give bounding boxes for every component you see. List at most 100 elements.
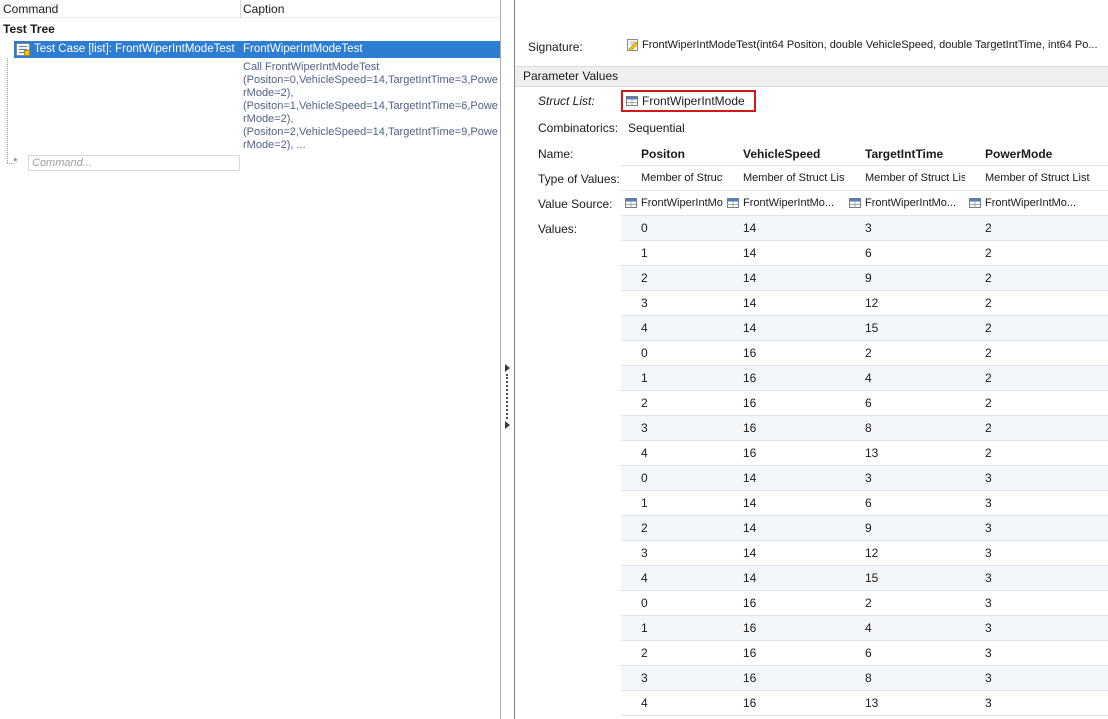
value-source-cell[interactable]: FrontWiperIntMo... xyxy=(723,191,845,216)
tree-connector-vertical xyxy=(7,58,8,163)
value-cell[interactable]: 14 xyxy=(723,216,845,241)
splitter-grip[interactable] xyxy=(506,374,508,419)
value-cell[interactable]: 14 xyxy=(723,491,845,516)
panel-splitter[interactable] xyxy=(501,0,514,719)
value-cell[interactable]: 2 xyxy=(965,416,1108,441)
value-cell[interactable]: 2 xyxy=(965,316,1108,341)
value-cell[interactable]: 9 xyxy=(845,266,965,291)
type-of-values-cell[interactable]: Member of Struct List xyxy=(621,166,723,191)
value-cell[interactable]: 3 xyxy=(965,516,1108,541)
value-cell[interactable]: 16 xyxy=(723,641,845,666)
value-cell[interactable]: 4 xyxy=(621,691,723,716)
value-cell[interactable]: 3 xyxy=(965,666,1108,691)
value-cell[interactable]: 2 xyxy=(965,391,1108,416)
type-of-values-cell[interactable]: Member of Struct List xyxy=(965,166,1108,191)
value-cell[interactable]: 14 xyxy=(723,566,845,591)
value-cell[interactable]: 1 xyxy=(621,491,723,516)
value-cell[interactable]: 4 xyxy=(845,616,965,641)
combinatorics-value[interactable]: Sequential xyxy=(628,121,685,135)
value-cell[interactable]: 14 xyxy=(723,516,845,541)
splitter-collapse-arrow[interactable] xyxy=(505,364,510,372)
value-cell[interactable]: 2 xyxy=(621,266,723,291)
value-cell[interactable]: 15 xyxy=(845,316,965,341)
value-cell[interactable]: 6 xyxy=(845,391,965,416)
value-cell[interactable]: 3 xyxy=(965,566,1108,591)
value-cell[interactable]: 0 xyxy=(621,216,723,241)
value-cell[interactable]: 16 xyxy=(723,441,845,466)
value-cell[interactable]: 6 xyxy=(845,241,965,266)
value-cell[interactable]: 16 xyxy=(723,691,845,716)
value-cell[interactable]: 2 xyxy=(621,516,723,541)
type-of-values-cell[interactable]: Member of Struct List xyxy=(845,166,965,191)
value-cell[interactable]: 2 xyxy=(965,441,1108,466)
value-cell[interactable]: 3 xyxy=(621,541,723,566)
value-cell[interactable]: 2 xyxy=(965,366,1108,391)
value-cell[interactable]: 9 xyxy=(845,516,965,541)
value-cell[interactable]: 14 xyxy=(723,291,845,316)
value-cell[interactable]: 8 xyxy=(845,416,965,441)
value-cell[interactable]: 1 xyxy=(621,366,723,391)
value-cell[interactable]: 3 xyxy=(965,591,1108,616)
value-cell[interactable]: 2 xyxy=(621,391,723,416)
value-source-text: FrontWiperIntMo... xyxy=(985,197,1076,209)
value-cell[interactable]: 14 xyxy=(723,541,845,566)
value-cell[interactable]: 2 xyxy=(845,591,965,616)
value-cell[interactable]: 4 xyxy=(621,316,723,341)
value-cell[interactable]: 14 xyxy=(723,466,845,491)
value-cell[interactable]: 0 xyxy=(621,341,723,366)
value-cell[interactable]: 2 xyxy=(965,266,1108,291)
value-cell[interactable]: 2 xyxy=(621,641,723,666)
value-cell[interactable]: 16 xyxy=(723,391,845,416)
value-source-cell[interactable]: FrontWiperIntMo... xyxy=(845,191,965,216)
value-cell[interactable]: 6 xyxy=(845,491,965,516)
value-cell[interactable]: 4 xyxy=(621,566,723,591)
value-cell[interactable]: 12 xyxy=(845,541,965,566)
value-cell[interactable]: 3 xyxy=(621,291,723,316)
value-cell[interactable]: 2 xyxy=(965,341,1108,366)
value-cell[interactable]: 16 xyxy=(723,616,845,641)
column-separator[interactable] xyxy=(240,0,241,18)
splitter-collapse-arrow[interactable] xyxy=(505,421,510,429)
value-cell[interactable]: 1 xyxy=(621,616,723,641)
value-source-cell[interactable]: FrontWiperIntMo... xyxy=(621,191,723,216)
value-cell[interactable]: 14 xyxy=(723,316,845,341)
value-cell[interactable]: 16 xyxy=(723,416,845,441)
value-cell[interactable]: 4 xyxy=(845,366,965,391)
value-cell[interactable]: 15 xyxy=(845,566,965,591)
type-of-values-cell[interactable]: Member of Struct List xyxy=(723,166,845,191)
value-cell[interactable]: 13 xyxy=(845,441,965,466)
struct-list-value[interactable]: FrontWiperIntMode xyxy=(621,90,756,112)
value-cell[interactable]: 3 xyxy=(965,691,1108,716)
value-cell[interactable]: 0 xyxy=(621,591,723,616)
value-cell[interactable]: 13 xyxy=(845,691,965,716)
value-cell[interactable]: 1 xyxy=(621,241,723,266)
value-cell[interactable]: 16 xyxy=(723,366,845,391)
value-cell[interactable]: 14 xyxy=(723,266,845,291)
value-cell[interactable]: 3 xyxy=(965,466,1108,491)
value-cell[interactable]: 14 xyxy=(723,241,845,266)
value-cell[interactable]: 3 xyxy=(621,416,723,441)
value-cell[interactable]: 3 xyxy=(965,616,1108,641)
value-cell[interactable]: 3 xyxy=(965,491,1108,516)
value-cell[interactable]: 0 xyxy=(621,466,723,491)
value-cell[interactable]: 8 xyxy=(845,666,965,691)
value-cell[interactable]: 2 xyxy=(965,291,1108,316)
value-cell[interactable]: 3 xyxy=(965,541,1108,566)
value-cell[interactable]: 16 xyxy=(723,591,845,616)
value-cell[interactable]: 16 xyxy=(723,341,845,366)
value-cell[interactable]: 2 xyxy=(845,341,965,366)
tree-node-test-case[interactable]: Test Case [list]: FrontWiperIntModeTest … xyxy=(14,41,500,58)
value-cell[interactable]: 12 xyxy=(845,291,965,316)
value-cell[interactable]: 3 xyxy=(621,666,723,691)
tree-root-title[interactable]: Test Tree xyxy=(3,22,55,36)
value-source-cell[interactable]: FrontWiperIntMo... xyxy=(965,191,1108,216)
value-cell[interactable]: 6 xyxy=(845,641,965,666)
value-cell[interactable]: 3 xyxy=(845,216,965,241)
value-cell[interactable]: 3 xyxy=(965,641,1108,666)
value-cell[interactable]: 4 xyxy=(621,441,723,466)
value-cell[interactable]: 2 xyxy=(965,241,1108,266)
value-cell[interactable]: 2 xyxy=(965,216,1108,241)
value-cell[interactable]: 16 xyxy=(723,666,845,691)
new-command-input[interactable]: Command... xyxy=(28,155,240,171)
value-cell[interactable]: 3 xyxy=(845,466,965,491)
